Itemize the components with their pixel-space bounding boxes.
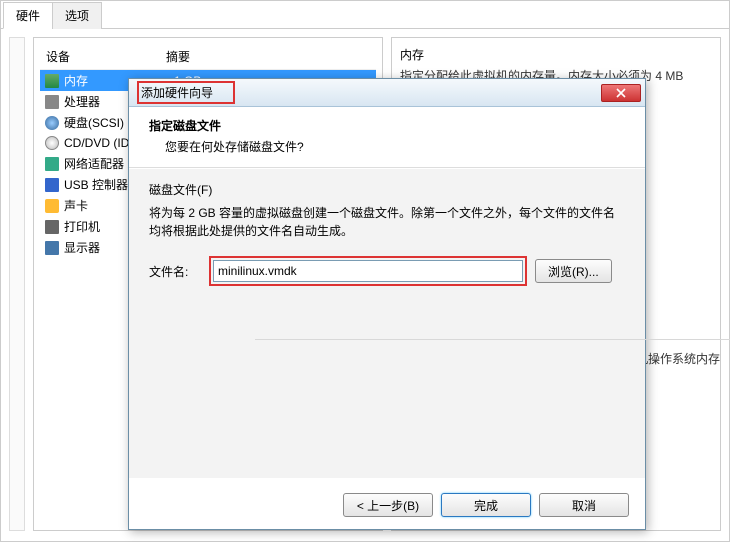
dialog-title: 添加硬件向导	[141, 86, 213, 100]
nic-icon	[44, 156, 60, 172]
dialog-footer: < 上一步(B) 完成 取消	[343, 493, 629, 517]
disk-file-group-label: 磁盘文件(F)	[149, 181, 625, 198]
finish-button[interactable]: 完成	[441, 493, 531, 517]
close-button[interactable]	[601, 84, 641, 102]
header-summary: 摘要	[166, 48, 370, 65]
dialog-header-area: 指定磁盘文件 您要在何处存储磁盘文件?	[129, 107, 645, 168]
file-row: 文件名: 浏览(R)...	[149, 256, 625, 286]
dialog-subheading: 您要在何处存储磁盘文件?	[165, 138, 625, 155]
back-button[interactable]: < 上一步(B)	[343, 493, 433, 517]
device-list-header: 设备 摘要	[40, 44, 376, 70]
close-icon	[616, 88, 626, 98]
group-divider	[255, 339, 730, 340]
printer-icon	[44, 219, 60, 235]
dialog-body: 磁盘文件(F) 将为每 2 GB 容量的虚拟磁盘创建一个磁盘文件。除第一个文件之…	[129, 168, 645, 478]
tab-bar: 硬件 选项	[1, 1, 729, 29]
cancel-button[interactable]: 取消	[539, 493, 629, 517]
dialog-titlebar: 添加硬件向导	[129, 79, 645, 107]
file-name-input[interactable]	[213, 260, 523, 282]
add-hardware-wizard-dialog: 添加硬件向导 指定磁盘文件 您要在何处存储磁盘文件? 磁盘文件(F) 将为每 2…	[128, 78, 646, 530]
tab-options[interactable]: 选项	[52, 2, 102, 29]
header-device: 设备	[46, 48, 166, 65]
right-extra-text: 机操作系统内存	[636, 350, 720, 367]
memory-icon	[44, 73, 60, 89]
dialog-heading: 指定磁盘文件	[149, 117, 625, 134]
file-input-highlight	[209, 256, 527, 286]
dialog-title-highlight: 添加硬件向导	[137, 81, 235, 104]
sound-icon	[44, 198, 60, 214]
memory-title: 内存	[400, 46, 712, 63]
disk-file-description: 将为每 2 GB 容量的虚拟磁盘创建一个磁盘文件。除第一个文件之外，每个文件的文…	[149, 204, 625, 240]
cd-icon	[44, 135, 60, 151]
left-margin	[9, 37, 25, 531]
file-name-label: 文件名:	[149, 263, 201, 280]
usb-icon	[44, 177, 60, 193]
cpu-icon	[44, 94, 60, 110]
disk-icon	[44, 115, 60, 131]
display-icon	[44, 240, 60, 256]
tab-hardware[interactable]: 硬件	[3, 2, 53, 29]
browse-button[interactable]: 浏览(R)...	[535, 259, 612, 283]
